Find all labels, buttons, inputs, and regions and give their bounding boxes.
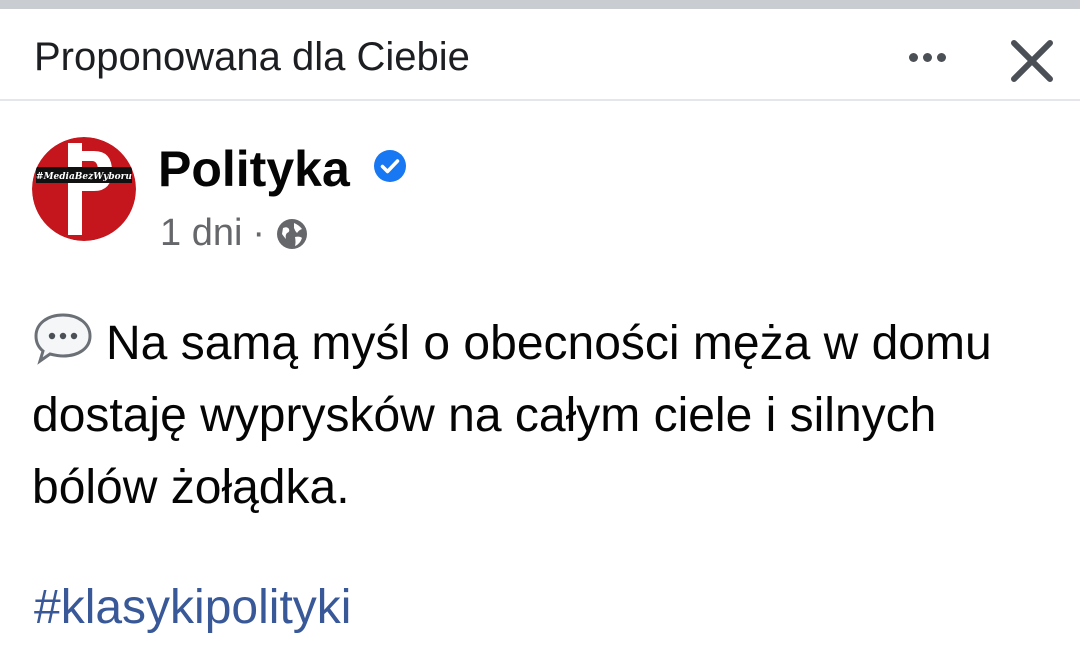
polityka-logo: #MediaBezWyboru	[32, 137, 136, 241]
verified-badge-icon	[374, 150, 406, 182]
avatar-tag: #MediaBezWyboru	[36, 172, 132, 182]
post-timestamp[interactable]: 1 dni	[160, 212, 242, 255]
hashtag-link[interactable]: #klasykipolityki	[34, 580, 351, 635]
more-options-button[interactable]	[900, 37, 954, 77]
post-meta: 1 dni ·	[160, 212, 309, 255]
more-dot	[936, 52, 946, 62]
globe-icon	[277, 218, 308, 249]
top-edge-strip	[0, 0, 1080, 9]
page-name[interactable]: Polityka	[158, 140, 350, 198]
page-avatar[interactable]: #MediaBezWyboru	[32, 137, 136, 241]
close-icon	[1011, 40, 1053, 82]
more-dot	[922, 52, 932, 62]
suggested-header: Proponowana dla Ciebie	[0, 9, 1080, 101]
more-dots-icon	[908, 52, 918, 62]
close-button[interactable]	[1006, 35, 1058, 87]
post-body: Na samą myśl o obecności męża w domu dos…	[32, 308, 1062, 524]
post-text: Na samą myśl o obecności męża w domu dos…	[32, 317, 992, 514]
header-title: Proponowana dla Ciebie	[34, 35, 470, 79]
meta-separator: ·	[252, 212, 266, 254]
speech-bubble-icon	[34, 313, 92, 365]
